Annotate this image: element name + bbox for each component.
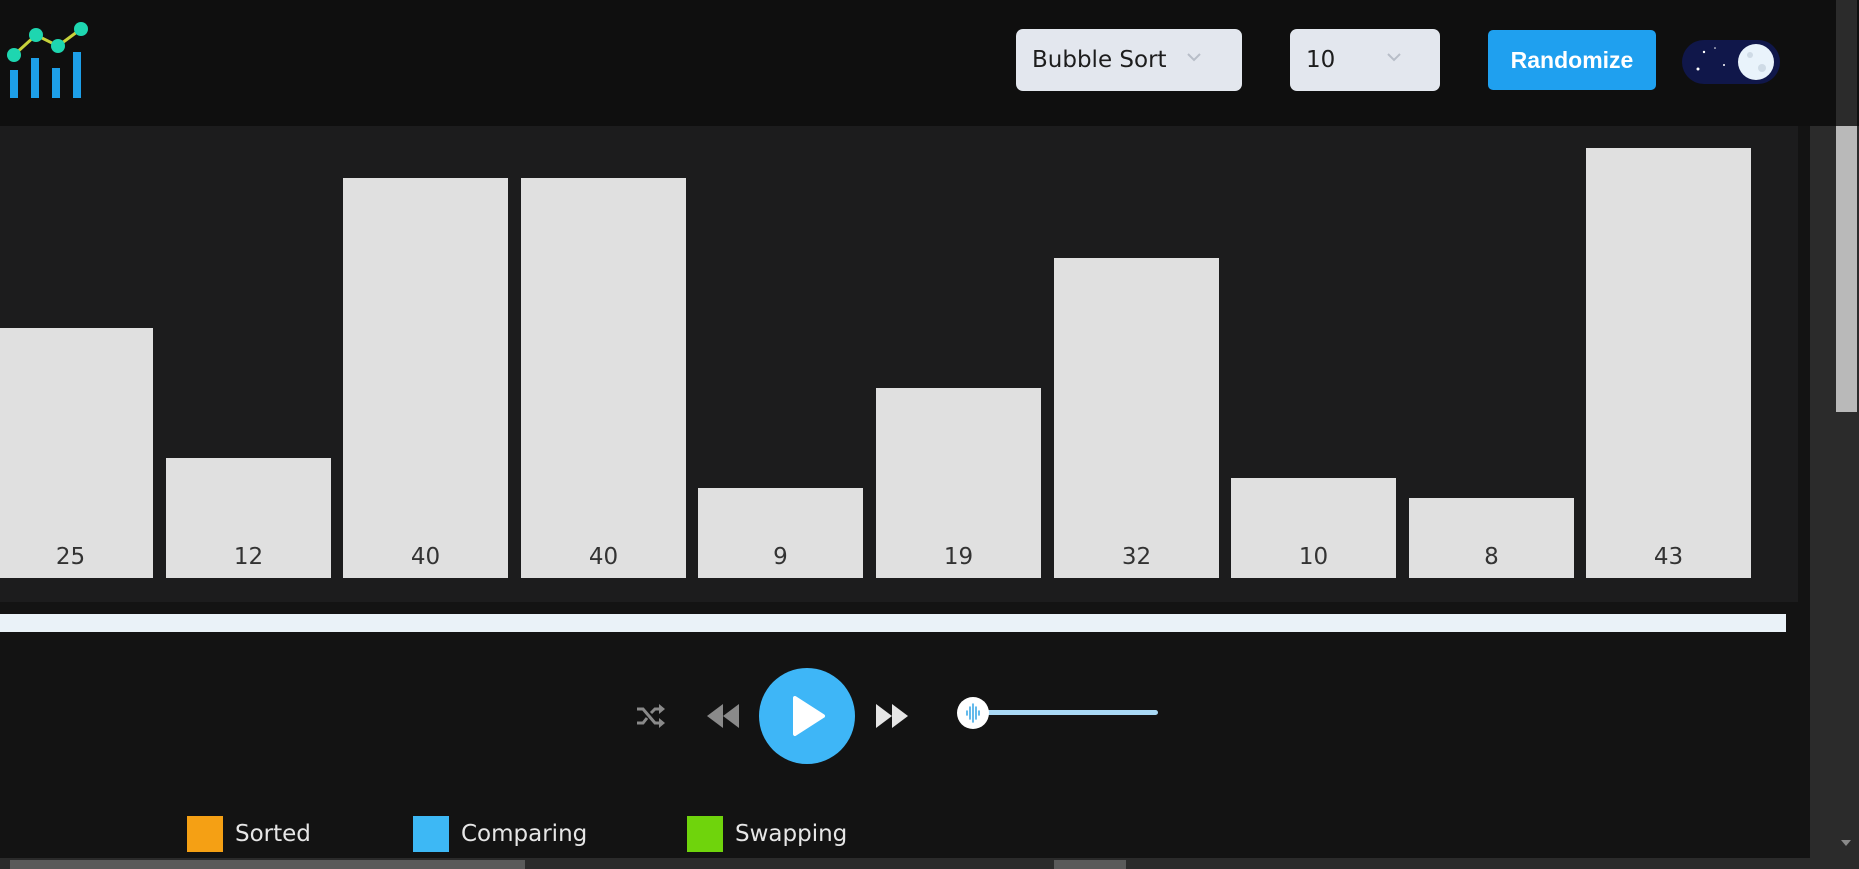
bar-3: 40 bbox=[343, 178, 508, 578]
algorithm-select[interactable]: Bubble Sort bbox=[1016, 29, 1242, 91]
bar-10: 43 bbox=[1586, 148, 1751, 578]
legend-swatch-comparing bbox=[413, 816, 449, 852]
chevron-down-icon bbox=[1187, 53, 1201, 62]
bar-value-label: 40 bbox=[588, 544, 619, 570]
top-bar: Bubble Sort 10 Randomize bbox=[0, 0, 1810, 126]
shuffle-icon[interactable] bbox=[634, 700, 666, 732]
scrollbar-track-top bbox=[1836, 0, 1857, 126]
fast-forward-icon[interactable] bbox=[874, 702, 910, 730]
bar-4: 40 bbox=[521, 178, 686, 578]
bar-value-label: 10 bbox=[1298, 544, 1329, 570]
legend-label: Comparing bbox=[461, 821, 588, 847]
bar-8: 10 bbox=[1231, 478, 1396, 578]
moon-icon bbox=[1738, 44, 1774, 80]
bar-value-label: 43 bbox=[1653, 544, 1684, 570]
horizontal-scrollbar-thumb-secondary[interactable] bbox=[1054, 860, 1126, 869]
bar-5: 9 bbox=[698, 488, 863, 578]
bar-value-label: 9 bbox=[773, 544, 788, 570]
legend-item-swapping: Swapping bbox=[687, 816, 847, 852]
scrollbar-top bbox=[1810, 0, 1859, 126]
chevron-down-icon bbox=[1387, 53, 1401, 62]
sound-wave-icon bbox=[966, 703, 980, 723]
bar-1: 25 bbox=[0, 328, 153, 578]
bar-value-label: 19 bbox=[943, 544, 974, 570]
bar-value-label: 25 bbox=[55, 544, 86, 570]
speed-slider[interactable] bbox=[955, 695, 1160, 731]
legend-swatch-sorted bbox=[187, 816, 223, 852]
vertical-scrollbar[interactable] bbox=[1810, 126, 1859, 869]
vertical-scrollbar-thumb[interactable] bbox=[1836, 126, 1857, 412]
horizontal-scrollbar-thumb[interactable] bbox=[10, 860, 525, 869]
bar-value-label: 12 bbox=[233, 544, 264, 570]
legend-item-sorted: Sorted bbox=[187, 816, 311, 852]
bar-chart: 25 12 40 40 9 19 32 10 8 43 bbox=[0, 126, 1798, 602]
logo-icon bbox=[7, 22, 88, 98]
rewind-icon[interactable] bbox=[705, 702, 741, 730]
bar-value-label: 40 bbox=[410, 544, 441, 570]
speed-slider-track[interactable] bbox=[973, 710, 1158, 715]
play-icon bbox=[793, 696, 825, 736]
array-size-select[interactable]: 10 bbox=[1290, 29, 1440, 91]
bar-value-label: 32 bbox=[1121, 544, 1152, 570]
bar-6: 19 bbox=[876, 388, 1041, 578]
bars-container: 25 12 40 40 9 19 32 10 8 43 bbox=[0, 126, 1798, 602]
theme-toggle[interactable] bbox=[1682, 40, 1780, 84]
horizontal-scrollbar[interactable] bbox=[0, 858, 1810, 869]
legend-label: Swapping bbox=[735, 821, 848, 847]
bar-2: 12 bbox=[166, 458, 331, 578]
array-size-select-value: 10 bbox=[1306, 47, 1336, 73]
legend-label: Sorted bbox=[235, 821, 311, 847]
bar-value-label: 8 bbox=[1484, 544, 1499, 570]
play-button[interactable] bbox=[759, 668, 855, 764]
speed-slider-thumb[interactable] bbox=[957, 697, 989, 729]
bar-9: 8 bbox=[1409, 498, 1574, 578]
legend-item-comparing: Comparing bbox=[413, 816, 587, 852]
algorithm-select-value: Bubble Sort bbox=[1032, 47, 1167, 73]
bar-7: 32 bbox=[1054, 258, 1219, 578]
scroll-down-arrow-icon[interactable] bbox=[1841, 840, 1851, 846]
legend-swatch-swapping bbox=[687, 816, 723, 852]
progress-bar[interactable] bbox=[0, 614, 1786, 632]
randomize-button[interactable]: Randomize bbox=[1488, 30, 1656, 90]
